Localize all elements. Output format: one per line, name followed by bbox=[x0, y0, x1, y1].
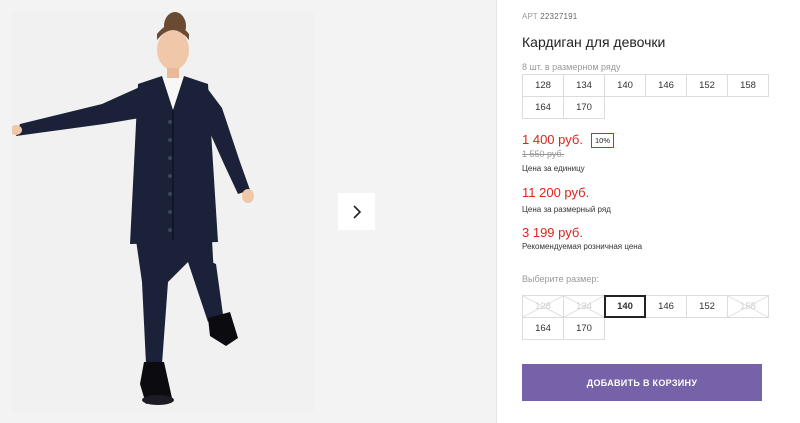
add-to-cart-button[interactable]: ДОБАВИТЬ В КОРЗИНУ bbox=[522, 364, 762, 401]
old-price: 1 550 руб. bbox=[522, 149, 565, 159]
article-label: АРТ bbox=[522, 12, 538, 21]
size-row-cell: 164 bbox=[522, 96, 564, 119]
size-row-price-caption: Цена за размерный ряд bbox=[522, 205, 611, 214]
size-row-grid: 128 134 140 146 152 158 164 170 bbox=[522, 74, 769, 119]
size-option-disabled: 158 bbox=[727, 295, 769, 318]
chevron-right-icon bbox=[352, 204, 361, 219]
product-photo[interactable] bbox=[12, 12, 315, 412]
size-row-cell: 152 bbox=[686, 74, 728, 97]
discount-badge: 10% bbox=[591, 133, 615, 148]
size-row-price: 11 200 руб. bbox=[522, 185, 590, 200]
cross-out-icon bbox=[564, 296, 604, 317]
size-row-cell: 140 bbox=[604, 74, 646, 97]
girl-illustration bbox=[12, 12, 315, 412]
size-row-quantity: 8 шт. в размерном ряду bbox=[522, 62, 621, 72]
size-option[interactable]: 170 bbox=[563, 317, 605, 340]
article-value: 22327191 bbox=[540, 12, 578, 21]
size-option-disabled: 128 bbox=[522, 295, 564, 318]
size-picker-label: Выберите размер: bbox=[522, 274, 599, 284]
product-gallery bbox=[0, 0, 496, 423]
size-row-cell: 146 bbox=[645, 74, 687, 97]
size-option-selected[interactable]: 140 bbox=[604, 295, 646, 318]
unit-price: 1 400 руб. bbox=[522, 132, 583, 147]
gallery-next-button[interactable] bbox=[338, 193, 375, 230]
size-row-cell: 128 bbox=[522, 74, 564, 97]
product-info-panel: АРТ 22327191 Кардиган для девочки 8 шт. … bbox=[522, 0, 792, 423]
retail-price: 3 199 руб. bbox=[522, 225, 583, 240]
product-title: Кардиган для девочки bbox=[522, 34, 666, 50]
size-row-cell: 134 bbox=[563, 74, 605, 97]
size-option[interactable]: 164 bbox=[522, 317, 564, 340]
size-row-cell: 158 bbox=[727, 74, 769, 97]
size-picker: 128 134 140 146 152 158 164 170 bbox=[522, 295, 769, 340]
panel-divider bbox=[496, 0, 497, 423]
size-option-disabled: 134 bbox=[563, 295, 605, 318]
size-option[interactable]: 152 bbox=[686, 295, 728, 318]
article-number: АРТ 22327191 bbox=[522, 12, 577, 21]
size-row-cell: 170 bbox=[563, 96, 605, 119]
unit-price-caption: Цена за единицу bbox=[522, 164, 585, 173]
size-option[interactable]: 146 bbox=[645, 295, 687, 318]
retail-price-caption: Рекомендуемая розничная цена bbox=[522, 242, 643, 251]
cross-out-icon bbox=[728, 296, 768, 317]
cross-out-icon bbox=[523, 296, 563, 317]
